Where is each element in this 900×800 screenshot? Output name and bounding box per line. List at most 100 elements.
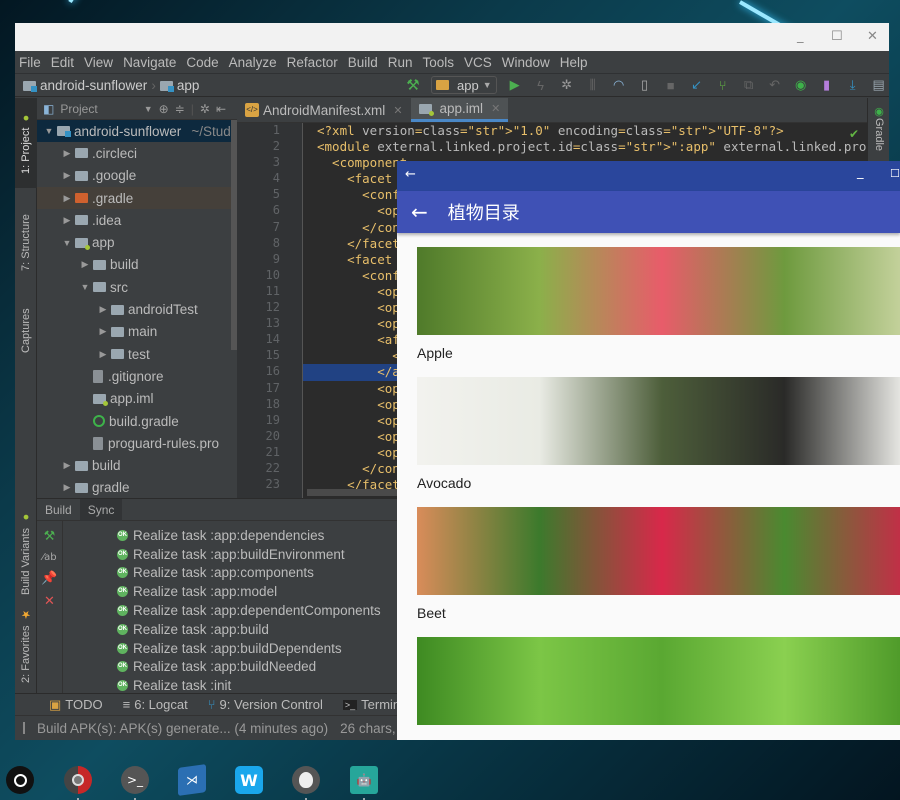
tree-item[interactable]: ▼ android-sunflower ~/Studi [37, 120, 237, 143]
tree-item[interactable]: ▶ test [37, 343, 237, 365]
emulator-maximize-button[interactable]: ☐ [890, 167, 900, 180]
launcher-icon[interactable] [6, 766, 34, 794]
collapse-all-icon[interactable]: ≑ [175, 102, 185, 116]
plant-card[interactable] [417, 637, 900, 725]
tree-item[interactable]: app.iml [37, 388, 237, 410]
tree-item[interactable]: .gitignore [37, 365, 237, 387]
run-icon[interactable]: ▶ [507, 77, 523, 93]
collapsed-arrow-icon[interactable]: ▶ [95, 326, 111, 337]
tool-tab-structure[interactable]: 7: Structure [15, 198, 37, 288]
collapsed-arrow-icon[interactable]: ▶ [59, 170, 75, 181]
collapsed-arrow-icon[interactable]: ▶ [95, 349, 111, 360]
collapsed-arrow-icon[interactable]: ▶ [59, 460, 75, 471]
wps-office-icon[interactable]: W [235, 766, 263, 794]
run-configuration-dropdown[interactable]: app ▼ [431, 76, 497, 94]
menu-refactor[interactable]: Refactor [287, 55, 338, 70]
tool-tab-project[interactable]: 1: Project ● [15, 98, 37, 188]
expanded-arrow-icon[interactable]: ▼ [59, 238, 75, 248]
tool-tab-todo[interactable]: ▣ TODO [39, 694, 113, 716]
close-button[interactable]: ✕ [867, 29, 878, 44]
menu-window[interactable]: Window [502, 55, 550, 70]
expanded-arrow-icon[interactable]: ▼ [41, 126, 57, 136]
vcs-compare-icon[interactable]: ⧉ [741, 77, 757, 93]
tree-item[interactable]: ▶ androidTest [37, 298, 237, 320]
tool-tab-build-variants[interactable]: Build Variants ● [15, 508, 37, 598]
status-message[interactable]: Build APK(s): APK(s) generate... (4 minu… [37, 721, 328, 736]
search-icon[interactable]: ⌕ [897, 77, 900, 93]
chrome-icon[interactable] [64, 766, 92, 800]
sdk-manager-icon[interactable]: ⤓ [845, 77, 861, 93]
tree-item[interactable]: build.gradle [37, 410, 237, 432]
menu-build[interactable]: Build [348, 55, 378, 70]
menu-edit[interactable]: Edit [51, 55, 74, 70]
tab-androidmanifest[interactable]: </> AndroidManifest.xml ✕ [237, 98, 411, 122]
avd-manager-icon[interactable]: ▮ [819, 77, 835, 93]
debug-icon[interactable]: ✲ [559, 77, 575, 93]
tool-tab-version-control[interactable]: ⑂ 9: Version Control [198, 694, 333, 716]
editor-horizontal-scrollbar[interactable] [307, 489, 407, 496]
revert-icon[interactable]: ↶ [767, 77, 783, 93]
tool-tab-captures[interactable]: Captures [15, 293, 37, 368]
minimize-button[interactable]: _ [797, 29, 804, 44]
maximize-button[interactable]: ☐ [831, 29, 843, 44]
tree-item[interactable]: ▼ app [37, 231, 237, 253]
settings-gear-icon[interactable]: ✲ [200, 102, 210, 116]
menu-file[interactable]: File [19, 55, 41, 70]
code-line[interactable]: <?xml version=class="str">"1.0" encoding… [303, 123, 867, 139]
tree-item[interactable]: ▶ build [37, 454, 237, 476]
pin-icon[interactable]: 📌 [41, 571, 57, 586]
vcs-update-icon[interactable]: ↙ [689, 77, 705, 93]
menu-help[interactable]: Help [560, 55, 588, 70]
sync-task-row[interactable]: OK Realize task :app:buildNeeded [117, 658, 381, 677]
sync-task-row[interactable]: OK Realize task :app:dependencies [117, 526, 381, 545]
build-tab-sync[interactable]: Sync [79, 498, 123, 521]
breadcrumb-module[interactable]: app [159, 78, 199, 93]
tree-item[interactable]: ▼ src [37, 276, 237, 298]
hide-panel-icon[interactable]: ⇤ [216, 102, 226, 116]
menu-run[interactable]: Run [388, 55, 413, 70]
close-tab-icon[interactable]: ✕ [393, 104, 402, 117]
tree-item[interactable]: ▶ main [37, 321, 237, 343]
emulator-back-icon[interactable]: ← [405, 167, 416, 182]
toggle-tool-windows-icon[interactable] [23, 722, 25, 734]
menu-navigate[interactable]: Navigate [123, 55, 176, 70]
tree-item[interactable]: ▶ build [37, 254, 237, 276]
tree-item[interactable]: ▶ .idea [37, 209, 237, 231]
project-structure-icon[interactable]: ▤ [871, 77, 887, 93]
plant-card[interactable]: Beet [417, 507, 900, 625]
chevron-down-icon[interactable]: ▼ [144, 104, 153, 114]
tab-app-iml[interactable]: app.iml ✕ [410, 98, 509, 122]
menu-code[interactable]: Code [186, 55, 218, 70]
emulator-minimize-button[interactable]: _ [857, 165, 864, 180]
code-line[interactable]: <module external.linked.project.id=class… [303, 139, 867, 155]
close-icon[interactable]: ✕ [44, 594, 55, 609]
menu-analyze[interactable]: Analyze [229, 55, 277, 70]
collapsed-arrow-icon[interactable]: ▶ [59, 148, 75, 159]
penguin-app-icon[interactable] [292, 766, 320, 800]
sync-task-row[interactable]: OK Realize task :app:model [117, 582, 381, 601]
tool-tab-favorites[interactable]: 2: Favorites ★ [15, 603, 37, 688]
tree-item[interactable]: ▶ gradle [37, 477, 237, 499]
stop-icon[interactable]: ■ [663, 77, 679, 93]
collapsed-arrow-icon[interactable]: ▶ [59, 215, 75, 226]
build-tab-build[interactable]: Build [37, 499, 80, 521]
tree-item[interactable]: proguard-rules.pro [37, 432, 237, 454]
gradle-sync-icon[interactable]: ◉ [793, 77, 809, 93]
project-view-selector[interactable]: Project [60, 102, 97, 116]
collapsed-arrow-icon[interactable]: ▶ [59, 482, 75, 493]
menu-view[interactable]: View [84, 55, 113, 70]
rebuild-hammer-icon[interactable]: ⚒ [44, 529, 56, 544]
tree-item[interactable]: ▶ .circleci [37, 142, 237, 164]
vscode-icon[interactable]: ⋊ [178, 764, 206, 796]
back-arrow-icon[interactable]: ← [411, 200, 428, 224]
android-studio-icon[interactable]: 🤖 [350, 766, 378, 800]
apply-changes-icon[interactable]: ϟ [533, 77, 549, 93]
sync-task-row[interactable]: OK Realize task :app:build [117, 620, 381, 639]
toggle-view-icon[interactable]: ⁄ab [42, 552, 56, 563]
menu-vcs[interactable]: VCS [464, 55, 492, 70]
attach-debugger-icon[interactable]: ⫼ [585, 77, 601, 93]
collapsed-arrow-icon[interactable]: ▶ [59, 193, 75, 204]
plant-card[interactable]: Avocado [417, 377, 900, 495]
profile-icon[interactable]: ◠ [611, 77, 627, 93]
collapsed-arrow-icon[interactable]: ▶ [77, 259, 93, 270]
